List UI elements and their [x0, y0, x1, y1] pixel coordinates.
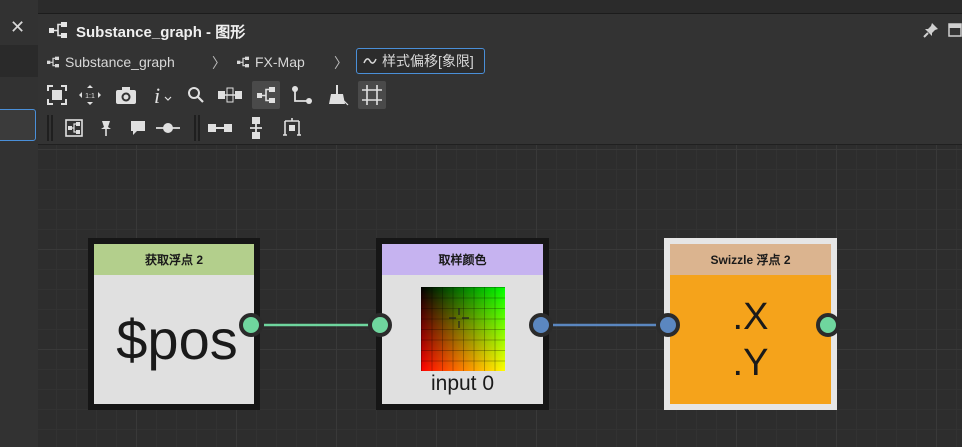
graph-title: Substance_graph - 图形	[76, 24, 246, 41]
graph-title-bar: Substance_graph - 图形	[38, 14, 962, 46]
breadcrumb-label: Substance_graph	[65, 54, 175, 70]
node-body: $pos	[94, 275, 254, 404]
align-vertical-icon	[250, 117, 262, 139]
node-header: Swizzle 浮点 2	[670, 244, 831, 275]
info-button[interactable]: i	[150, 81, 178, 109]
frame-all-button[interactable]	[43, 81, 71, 109]
frame-node-icon	[65, 119, 83, 137]
color-gradient-preview	[420, 286, 505, 371]
grid-icon	[362, 85, 382, 105]
output-port[interactable]	[529, 313, 553, 337]
clean-button[interactable]	[324, 81, 352, 109]
zoom-reset-icon: 1:1	[79, 85, 101, 105]
screenshot-button[interactable]	[112, 81, 140, 109]
breadcrumb-item-substance-graph[interactable]: Substance_graph	[46, 52, 175, 72]
breadcrumb-label: FX-Map	[255, 54, 305, 70]
node-swizzle-float2[interactable]: Swizzle 浮点 2 .X .Y	[664, 238, 837, 410]
breadcrumb-item-current[interactable]: 样式偏移[象限]	[356, 48, 485, 74]
frame-icon	[47, 85, 67, 105]
info-icon: i	[154, 84, 172, 106]
node-sample-color[interactable]: 取样颜色 input 0	[376, 238, 549, 410]
camera-icon	[116, 87, 136, 104]
grid-snap-button[interactable]	[358, 81, 386, 109]
add-comment-button[interactable]	[124, 114, 152, 142]
toolbar-grip	[198, 115, 200, 141]
left-panel-row	[0, 45, 38, 77]
node-header: 获取浮点 2	[94, 244, 254, 275]
svg-text:i: i	[154, 84, 160, 106]
connector-icon	[292, 86, 312, 104]
dot-node-icon	[156, 123, 180, 133]
node-input-label: input 0	[430, 372, 495, 395]
comment-icon	[131, 121, 145, 135]
zoom-1-1-button[interactable]: 1:1	[76, 81, 104, 109]
top-edge	[38, 0, 962, 14]
add-dot-button[interactable]	[154, 114, 182, 142]
node-toolbar	[38, 112, 962, 145]
add-pin-button[interactable]	[92, 114, 120, 142]
close-icon[interactable]: ✕	[10, 18, 25, 36]
node-get-float[interactable]: 获取浮点 2 $pos	[88, 238, 260, 410]
distribute-icon	[283, 118, 301, 136]
input-port[interactable]	[656, 313, 680, 337]
pin-node-icon	[101, 121, 111, 136]
align-nodes-icon	[218, 87, 242, 103]
align-horizontal-nodes-button[interactable]	[206, 114, 234, 142]
output-port[interactable]	[816, 313, 840, 337]
output-port[interactable]	[239, 313, 263, 337]
crosshair-icon	[448, 307, 469, 328]
graph-icon	[48, 21, 68, 39]
graph-icon	[257, 87, 275, 103]
connection-style-button[interactable]	[288, 81, 316, 109]
graph-icon	[46, 56, 60, 68]
input-port[interactable]	[368, 313, 392, 337]
breadcrumb: Substance_graph 〉 FX-Map 〉 样式偏移[象限]	[38, 46, 962, 78]
align-horizontal-button[interactable]	[216, 81, 244, 109]
align-vertical-nodes-button[interactable]	[242, 114, 270, 142]
maximize-icon[interactable]	[948, 23, 962, 37]
chevron-right-icon: 〉	[334, 55, 348, 71]
search-icon	[188, 87, 204, 103]
graph-canvas[interactable]: 获取浮点 2 $pos 取样颜色 input 0 Swizzle 浮点 2 .X…	[38, 145, 962, 447]
broom-icon	[329, 85, 349, 106]
node-body-text: $pos	[116, 308, 238, 371]
toolbar-grip	[194, 115, 196, 141]
search-button[interactable]	[182, 81, 210, 109]
swizzle-x-label: .X	[732, 295, 769, 338]
function-icon	[363, 55, 377, 67]
pin-icon[interactable]	[922, 21, 940, 39]
breadcrumb-item-fx-map[interactable]: FX-Map	[236, 52, 305, 72]
align-horizontal-icon	[208, 124, 232, 132]
left-panel-strip: ✕	[0, 0, 39, 447]
toolbar-grip	[47, 115, 49, 141]
node-body: input 0	[382, 275, 543, 404]
graph-layout-button[interactable]	[252, 81, 280, 109]
distribute-button[interactable]	[278, 114, 306, 142]
graph-toolbar: 1:1 i	[38, 78, 962, 112]
chevron-right-icon: 〉	[212, 55, 226, 71]
breadcrumb-label: 样式偏移[象限]	[382, 53, 474, 69]
graph-icon	[236, 56, 250, 68]
left-panel-selected-field[interactable]	[0, 109, 36, 141]
node-header: 取样颜色	[382, 244, 543, 275]
swizzle-y-label: .Y	[732, 341, 769, 384]
node-body: .X .Y	[670, 275, 831, 404]
add-graph-node-button[interactable]	[60, 114, 88, 142]
svg-text:1:1: 1:1	[85, 93, 95, 100]
toolbar-grip	[51, 115, 53, 141]
